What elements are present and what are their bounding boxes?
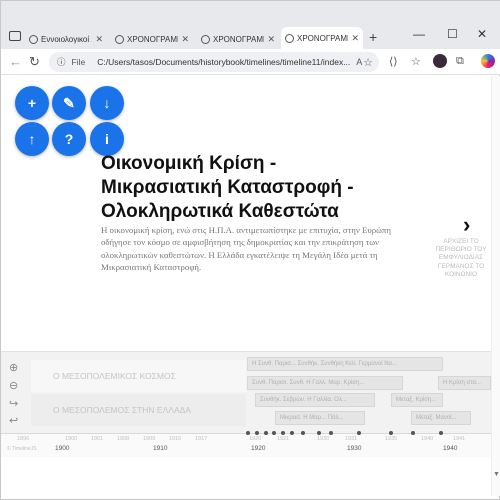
window-menu-icon[interactable] xyxy=(9,31,21,41)
axis-minor-label: 1935 xyxy=(385,436,398,442)
url-text: C:/Users/tasos/Documents/historybook/tim… xyxy=(97,57,351,67)
axis-event-marker xyxy=(329,431,333,435)
axis-major-label: 1910 xyxy=(153,445,168,452)
tab-label: Εννοιολογικοί Χ xyxy=(41,34,93,44)
timeline-group-greece: Ο ΜΕΣΟΠΟΛΕΜΟΣ ΣΤΗΝ ΕΛΛΑΔΑ xyxy=(31,394,246,426)
address-bar[interactable]: ⓘ File C:/Users/tasos/Documents/historyb… xyxy=(49,52,379,72)
axis-event-marker xyxy=(301,431,305,435)
axis-event-marker xyxy=(290,431,294,435)
timeline-forward-icon[interactable]: ↪ xyxy=(9,397,18,410)
timeline-group-world: Ο ΜΕΣΟΠΟΛΕΜΙΚΟΣ ΚΟΣΜΟΣ xyxy=(31,360,246,392)
download-button[interactable]: ↓ xyxy=(90,86,124,120)
info-icon: ⓘ xyxy=(57,57,66,67)
timeline-axis: 1896 1900 1901 1908 1909 1916 1917 1920 … xyxy=(1,431,491,457)
globe-icon xyxy=(285,33,294,43)
axis-major-label: 1940 xyxy=(443,445,458,452)
tab-label: ΧΡΟΝΟΓΡΑΜΜ xyxy=(297,33,349,43)
copilot-icon[interactable] xyxy=(481,54,495,68)
axis-event-marker xyxy=(272,431,276,435)
info-button[interactable]: i xyxy=(90,122,124,156)
favorites-icon[interactable]: ☆ xyxy=(411,55,421,68)
globe-icon xyxy=(29,34,38,44)
split-screen-icon[interactable]: ⟨⟩ xyxy=(389,55,398,68)
timeline-zoom-in-icon[interactable]: ⊕ xyxy=(9,361,18,374)
back-arrow-icon[interactable]: ← xyxy=(9,54,22,69)
next-slide-label[interactable]: ΑΡΧΙΖΕΙ ΤΟ ΠΕΡΙΘΩΡΙΟ ΤΟΥ ΕΜΦΥΛΙΟΔΙΑΣ ΓΕΡ… xyxy=(429,238,493,279)
tab-2[interactable]: ΧΡΟΝΟΓΡΑΜΜ ✕ xyxy=(111,29,193,49)
axis-event-marker xyxy=(246,431,250,435)
close-tab-icon[interactable]: ✕ xyxy=(267,34,275,45)
axis-minor-label: 1940 xyxy=(421,436,434,442)
axis-event-marker xyxy=(357,431,361,435)
axis-minor-label: 1900 xyxy=(65,436,78,442)
timeline-event[interactable]: Μικρασ. Η Μαρ... Πάλ... xyxy=(275,411,365,425)
new-tab-button[interactable]: + xyxy=(369,29,377,45)
zoom-in-button[interactable]: + xyxy=(15,86,49,120)
axis-event-marker xyxy=(281,431,285,435)
tab-3[interactable]: ΧΡΟΝΟΓΡΑΜΜ ✕ xyxy=(197,29,279,49)
axis-event-marker xyxy=(439,431,443,435)
slide-title: Οικονομική Κρίση - Μικρασιατική Καταστρο… xyxy=(101,153,354,222)
slide-description: Η οικονομική κρίση, ενώ στις Η.Π.Α. αντι… xyxy=(101,225,391,273)
timeline-zoom-out-icon[interactable]: ⊖ xyxy=(9,379,18,392)
axis-event-marker xyxy=(317,431,321,435)
axis-minor-label: 1930 xyxy=(317,436,330,442)
timeline-event[interactable]: Συνθήκ. Σεβρών. Η Γαλλία. Ολ... xyxy=(255,393,375,407)
timeline-event[interactable]: Μεταξ. Μανοί... xyxy=(411,411,471,425)
timelinejs-watermark: © TimelineJS xyxy=(7,446,37,452)
tab-1[interactable]: Εννοιολογικοί Χ ✕ xyxy=(25,29,107,49)
axis-minor-label: 1917 xyxy=(195,436,208,442)
axis-event-marker xyxy=(389,431,393,435)
close-tab-icon[interactable]: ✕ xyxy=(181,34,189,45)
tab-label: ΧΡΟΝΟΓΡΑΜΜ xyxy=(127,34,179,44)
minimize-button[interactable]: — xyxy=(413,27,425,41)
axis-major-label: 1900 xyxy=(55,445,70,452)
address-toolbar: ← ↻ ⓘ File C:/Users/tasos/Documents/hist… xyxy=(1,49,500,75)
timeline-event[interactable]: Μεταξ. Κρίση... xyxy=(391,393,443,407)
axis-minor-label: 1908 xyxy=(117,436,130,442)
timeline-event[interactable]: Η Συνθ. Παρισ... Συνθήκ. Συνθήκη Κεϋ. Γε… xyxy=(247,357,443,371)
timeline-back-icon[interactable]: ↩ xyxy=(9,414,18,427)
tab-4-active[interactable]: ΧΡΟΝΟΓΡΑΜΜ ✕ xyxy=(281,27,363,49)
axis-minor-label: 1941 xyxy=(453,436,466,442)
close-tab-icon[interactable]: ✕ xyxy=(351,33,359,44)
timeline-event[interactable]: Η Κρίση στα... xyxy=(438,376,491,390)
scroll-down-arrow-icon[interactable]: ▼ xyxy=(493,471,500,478)
maximize-button[interactable]: ☐ xyxy=(447,27,458,41)
tab-label: ΧΡΟΝΟΓΡΑΜΜ xyxy=(213,34,265,44)
timeline-event[interactable]: Συνθ. Παρισι. Συνθ. Η Γαλλ. Μαρ. Κρίση..… xyxy=(247,376,403,390)
favorite-star-icon[interactable]: ☆ xyxy=(363,56,373,69)
vertical-scrollbar[interactable]: ▼ xyxy=(491,76,500,496)
browser-window: Εννοιολογικοί Χ ✕ ΧΡΟΝΟΓΡΑΜΜ ✕ ΧΡΟΝΟΓΡΑΜ… xyxy=(0,0,500,500)
page-content: + ✎ ↓ ↑ ? i Οικονομική Κρίση - Μικρασιατ… xyxy=(1,76,491,496)
close-window-button[interactable]: ✕ xyxy=(477,27,487,41)
file-scheme-label: File xyxy=(71,57,86,67)
axis-major-label: 1920 xyxy=(251,445,266,452)
axis-minor-label: 1896 xyxy=(17,436,30,442)
axis-minor-label: 1901 xyxy=(91,436,104,442)
axis-event-marker xyxy=(411,431,415,435)
close-tab-icon[interactable]: ✕ xyxy=(95,34,103,45)
read-aloud-icon[interactable]: A xyxy=(356,57,362,67)
pen-button[interactable]: ✎ xyxy=(52,86,86,120)
globe-icon xyxy=(201,34,210,44)
collections-icon[interactable]: ⧉ xyxy=(456,55,464,68)
tab-strip: Εννοιολογικοί Χ ✕ ΧΡΟΝΟΓΡΑΜΜ ✕ ΧΡΟΝΟΓΡΑΜ… xyxy=(1,1,500,49)
axis-minor-label: 1920 xyxy=(249,436,262,442)
axis-event-marker xyxy=(264,431,268,435)
profile-avatar[interactable] xyxy=(433,54,447,68)
axis-major-label: 1930 xyxy=(347,445,362,452)
help-button[interactable]: ? xyxy=(52,122,86,156)
globe-icon xyxy=(115,34,124,44)
next-slide-arrow-icon[interactable]: › xyxy=(463,212,470,238)
reload-icon[interactable]: ↻ xyxy=(29,54,40,70)
axis-minor-label: 1909 xyxy=(143,436,156,442)
axis-minor-label: 1921 xyxy=(277,436,290,442)
axis-minor-label: 1931 xyxy=(345,436,358,442)
axis-event-marker xyxy=(255,431,259,435)
axis-minor-label: 1916 xyxy=(169,436,182,442)
upload-button[interactable]: ↑ xyxy=(15,122,49,156)
